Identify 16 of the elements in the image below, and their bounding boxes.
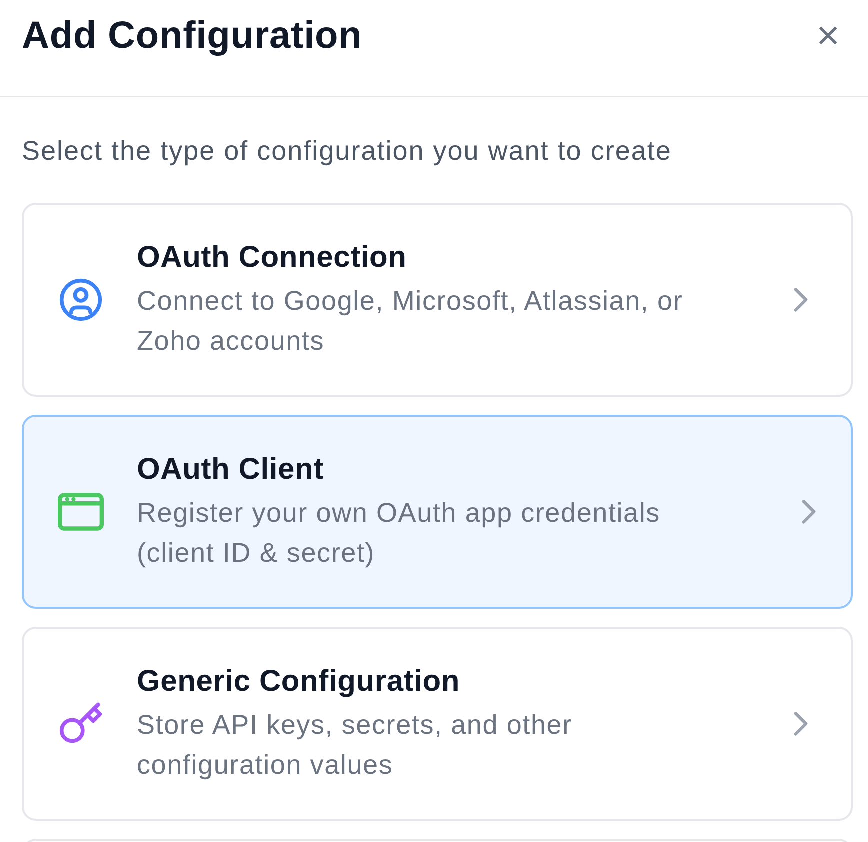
dialog-title: Add Configuration <box>22 14 362 59</box>
option-card[interactable]: Generic Configuration Store API keys, secrets, and other configuration values <box>22 627 853 821</box>
instruction-text: Select the type of configuration you want to create <box>22 135 673 167</box>
user-circle-icon <box>58 277 104 323</box>
close-button[interactable]: × <box>816 12 840 60</box>
chevron-right-icon <box>794 288 808 312</box>
option-title: Generic Configuration <box>137 664 461 700</box>
chevron-right-icon <box>802 500 816 524</box>
option-card[interactable]: OAuth Client Register your own OAuth app credentials (client ID & secret) <box>22 415 853 609</box>
option-title: OAuth Client <box>137 452 325 488</box>
option-description: Store API keys, secrets, and other configuration values <box>137 708 574 782</box>
option-description: Connect to Google, Microsoft, Atlassian, or Zoho accounts <box>137 284 684 358</box>
option-card[interactable]: OAuth Connection Connect to Google, Microsoft, Atlassian, or Zoho accounts <box>22 203 853 397</box>
option-description: Register your own OAuth app credentials (client ID & secret) <box>137 496 662 570</box>
chevron-right-icon <box>794 712 808 736</box>
option-title: OAuth Connection <box>137 240 408 276</box>
